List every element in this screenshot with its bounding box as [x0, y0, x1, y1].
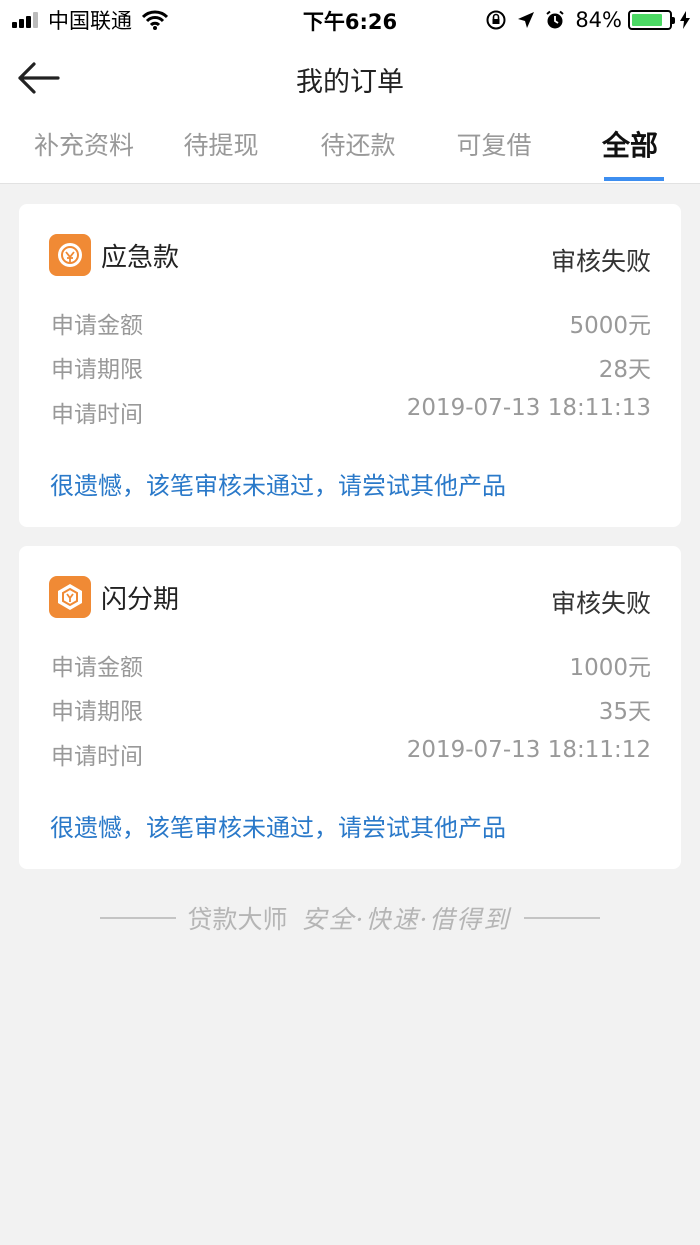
apply-time-row: 申请时间 2019-07-13 18:11:13	[49, 395, 651, 429]
apply-time-row: 申请时间 2019-07-13 18:11:12	[49, 737, 651, 771]
battery-fill	[632, 14, 662, 26]
apply-term-row: 申请期限 28天	[49, 350, 651, 384]
status-right: 84%	[485, 6, 690, 34]
rejection-notice: 很遗憾，该笔审核未通过，请尝试其他产品	[50, 472, 506, 500]
tab-pending-withdraw[interactable]: 待提现	[153, 128, 289, 174]
product-logo-icon	[49, 234, 91, 276]
row-value: 2019-07-13 18:11:12	[406, 737, 651, 763]
rotation-lock-icon	[485, 9, 507, 31]
apply-term-row: 申请期限 35天	[49, 692, 651, 726]
status-badge: 审核失败	[550, 247, 651, 276]
product-name: 应急款	[101, 242, 180, 273]
row-value: 5000元	[569, 313, 651, 339]
apply-amount-row: 申请金额 1000元	[49, 648, 651, 682]
location-icon	[517, 11, 535, 29]
divider-line	[524, 917, 601, 919]
row-value: 35天	[598, 699, 651, 725]
nav-bar: 我的订单	[0, 40, 700, 118]
tab-reborrow[interactable]: 可复借	[426, 128, 562, 174]
order-header: 闪分期	[49, 576, 179, 618]
row-label: 申请金额	[51, 313, 143, 339]
row-label: 申请时间	[51, 402, 143, 428]
row-label: 申请时间	[51, 744, 143, 770]
order-header: 应急款	[49, 234, 179, 276]
tab-pending-repay[interactable]: 待还款	[290, 128, 426, 174]
rejection-notice: 很遗憾，该笔审核未通过，请尝试其他产品	[50, 814, 506, 842]
row-label: 申请期限	[51, 357, 143, 383]
page-title: 我的订单	[296, 67, 404, 98]
row-value: 1000元	[569, 655, 651, 681]
tab-supplement-info[interactable]: 补充资料	[16, 128, 152, 174]
order-tabs: 补充资料 待提现 待还款 可复借 全部	[0, 118, 700, 184]
slogan-text: 安全·快速·借得到	[301, 905, 511, 934]
divider-line	[99, 917, 176, 919]
charging-icon	[680, 11, 690, 29]
product-name: 闪分期	[101, 584, 180, 615]
battery-percent: 84%	[575, 8, 622, 32]
row-label: 申请金额	[51, 655, 143, 681]
order-card[interactable]: 闪分期 审核失败 申请金额 1000元 申请期限 35天 申请时间 2019-0…	[19, 546, 681, 869]
active-tab-indicator	[604, 177, 664, 181]
row-label: 申请期限	[51, 699, 143, 725]
battery-icon	[628, 10, 675, 30]
status-badge: 审核失败	[550, 589, 651, 618]
brand-name: 贷款大师	[187, 905, 288, 934]
order-card[interactable]: 应急款 审核失败 申请金额 5000元 申请期限 28天 申请时间 2019-0…	[19, 204, 681, 527]
tab-all[interactable]: 全部	[562, 128, 698, 174]
status-bar: 中国联通 下午6:26 84%	[0, 0, 700, 40]
apply-amount-row: 申请金额 5000元	[49, 306, 651, 340]
alarm-icon	[545, 10, 565, 30]
product-logo-icon	[49, 576, 91, 618]
row-value: 2019-07-13 18:11:13	[406, 395, 651, 421]
footer-slogan: 贷款大师 安全·快速·借得到	[0, 898, 700, 938]
row-value: 28天	[598, 357, 651, 383]
